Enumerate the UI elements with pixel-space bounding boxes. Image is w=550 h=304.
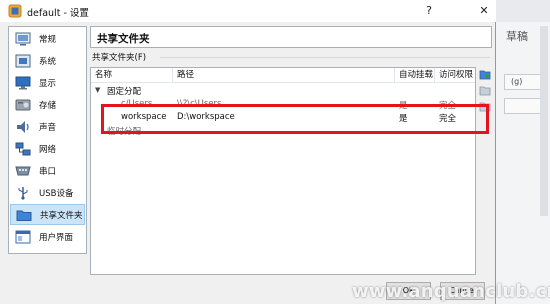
shared-folder-icon <box>16 210 32 221</box>
sidebar-item-label: 串口 <box>39 166 57 177</box>
sidebar-item-display[interactable]: 显示 <box>10 72 85 93</box>
sidebar-item-usb[interactable]: USB设备 <box>10 182 85 203</box>
background-app-status: (g) <box>511 77 523 86</box>
background-app-text: 草稿 <box>506 30 528 43</box>
serial-port-icon <box>15 166 31 175</box>
page-title-bar: 共享文件夹 <box>90 26 492 48</box>
background-app-button: (g) <box>504 74 544 90</box>
sidebar-item-label: USB设备 <box>39 188 74 199</box>
expand-arrow-icon[interactable]: ▼ <box>95 86 100 94</box>
window-title: default - 设置 <box>27 8 89 19</box>
column-header-path[interactable]: 路径 <box>173 68 395 83</box>
background-app-scrollbar <box>540 26 548 216</box>
sidebar-item-storage[interactable]: 存储 <box>10 94 85 115</box>
sidebar-item-system[interactable]: 系统 <box>10 50 85 71</box>
system-icon <box>15 54 31 67</box>
sidebar-item-general[interactable]: 常规 <box>10 28 85 49</box>
title-bar: default - 设置 ? ✕ <box>0 0 496 22</box>
sidebar-item-label: 共享文件夹 <box>40 210 83 221</box>
settings-dialog: default - 设置 ? ✕ 常规 系统 显示 存储 声音 网络 串口 US… <box>0 0 550 304</box>
settings-sidebar: 常规 系统 显示 存储 声音 网络 串口 USB设备 共享文件夹 用户界面 <box>8 26 87 254</box>
sidebar-item-label: 用户界面 <box>39 232 74 243</box>
add-folder-icon[interactable] <box>479 68 491 80</box>
virtualbox-app-icon <box>8 4 22 18</box>
sidebar-item-label: 存储 <box>39 100 57 111</box>
audio-icon <box>17 120 29 133</box>
column-header-name[interactable]: 名称 <box>91 68 173 83</box>
edit-folder-icon[interactable] <box>479 84 491 96</box>
help-button[interactable]: ? <box>421 3 437 19</box>
sidebar-item-label: 系统 <box>39 56 57 67</box>
sidebar-item-network[interactable]: 网络 <box>10 138 85 159</box>
group-divider <box>160 57 490 58</box>
sidebar-item-serial-port[interactable]: 串口 <box>10 160 85 181</box>
sidebar-item-label: 网络 <box>39 144 57 155</box>
usb-icon <box>18 186 28 200</box>
column-header-auto-mount[interactable]: 自动挂载 <box>395 68 435 83</box>
display-icon <box>15 76 31 89</box>
user-interface-icon <box>15 230 31 243</box>
table-header: 名称 路径 自动挂载 访问权限 <box>91 68 475 83</box>
background-app-panel: 草稿 (g) <box>495 0 550 304</box>
close-button[interactable]: ✕ <box>476 3 492 19</box>
general-icon <box>15 32 31 45</box>
shared-folders-group-label: 共享文件夹(F) <box>92 53 147 63</box>
sidebar-item-user-interface[interactable]: 用户界面 <box>10 226 85 247</box>
sidebar-item-audio[interactable]: 声音 <box>10 116 85 137</box>
sidebar-item-label: 声音 <box>39 122 57 133</box>
background-app-toolbar <box>496 0 550 22</box>
storage-icon <box>15 99 31 110</box>
column-header-access[interactable]: 访问权限 <box>435 68 475 83</box>
sidebar-item-label: 显示 <box>39 78 57 89</box>
highlight-box <box>101 104 489 134</box>
page-title: 共享文件夹 <box>97 33 150 45</box>
shared-folders-table: 名称 路径 自动挂载 访问权限 ▼ 固定分配 c/Users \\?\c\Use… <box>90 67 476 275</box>
watermark-text: www.anquanclub.cn <box>352 281 550 302</box>
sidebar-item-shared-folders[interactable]: 共享文件夹 <box>10 204 85 225</box>
background-app-button <box>504 98 544 114</box>
sidebar-item-label: 常规 <box>39 34 57 45</box>
network-icon <box>15 142 31 155</box>
group-fixed-label[interactable]: 固定分配 <box>107 85 141 97</box>
